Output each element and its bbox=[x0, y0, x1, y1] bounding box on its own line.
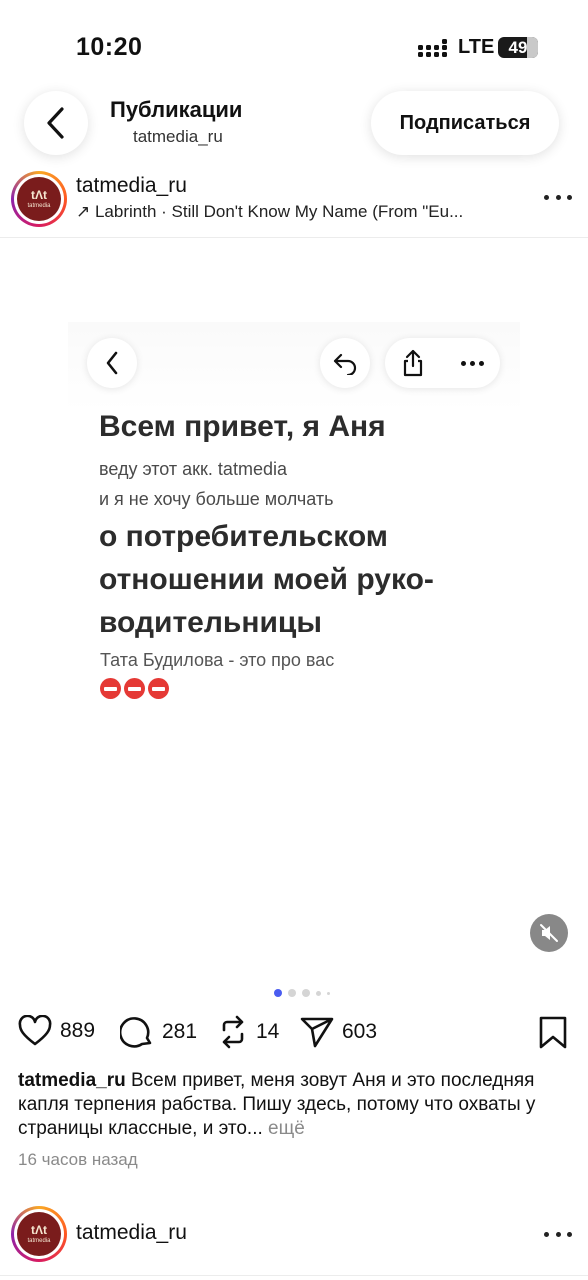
carousel-dot bbox=[316, 990, 321, 996]
image-line-2: и я не хочу больше молчать bbox=[99, 489, 334, 509]
carousel-dot bbox=[274, 989, 282, 997]
image-bold-text: о потребительском отношении моей руко- в… bbox=[99, 515, 479, 644]
avatar-logo-text: tɅt bbox=[31, 188, 47, 202]
post-caption: tatmedia_ru Всем привет, меня зовут Аня … bbox=[18, 1069, 558, 1141]
carousel-dot bbox=[302, 989, 310, 997]
avatar-logo-small: tatmedia bbox=[27, 1238, 51, 1244]
like-button[interactable]: 889 bbox=[18, 1015, 95, 1047]
image-line-1: веду этот акк. tatmedia bbox=[99, 459, 287, 479]
page-title: Публикации bbox=[110, 97, 243, 122]
status-bar: 10:20 LTE 49 bbox=[0, 0, 588, 90]
image-back-button bbox=[87, 338, 137, 388]
image-bold-line-2: отношении моей руко- bbox=[99, 563, 434, 596]
divider bbox=[0, 1275, 588, 1276]
follow-button[interactable]: Подписаться bbox=[371, 91, 559, 155]
heart-icon bbox=[18, 1015, 52, 1046]
stop-sign-icon bbox=[124, 678, 145, 699]
post-time: 16 часов назад bbox=[18, 1150, 138, 1169]
share-icon bbox=[403, 349, 423, 377]
battery-level: 49 bbox=[508, 38, 528, 57]
more-icon bbox=[461, 360, 484, 366]
comment-button[interactable]: 281 bbox=[120, 1015, 197, 1049]
repost-icon bbox=[222, 1015, 244, 1049]
comment-count: 281 bbox=[162, 1020, 198, 1043]
caption-more-link[interactable]: ещё bbox=[263, 1118, 305, 1139]
image-bold-line-3: водительницы bbox=[99, 606, 322, 639]
chevron-left-icon bbox=[106, 351, 118, 375]
stop-emoji-row bbox=[100, 678, 169, 699]
image-actions-pill bbox=[385, 338, 500, 388]
send-button[interactable]: 603 bbox=[300, 1015, 377, 1049]
stop-sign-icon bbox=[148, 678, 169, 699]
signal-icon bbox=[418, 39, 447, 57]
page-subtitle[interactable]: tatmedia_ru bbox=[133, 127, 223, 147]
bookmark-icon[interactable] bbox=[538, 1016, 568, 1050]
mute-button[interactable] bbox=[530, 914, 568, 952]
comment-icon bbox=[120, 1017, 152, 1048]
avatar-logo-small: tatmedia bbox=[27, 203, 51, 209]
next-post-username[interactable]: tatmedia_ru bbox=[76, 1221, 187, 1245]
back-button[interactable] bbox=[24, 91, 88, 155]
caption-username[interactable]: tatmedia_ru bbox=[18, 1070, 126, 1091]
carousel-dot bbox=[327, 991, 330, 995]
more-icon[interactable] bbox=[544, 193, 572, 201]
avatar-logo-text: tɅt bbox=[31, 1223, 47, 1237]
avatar[interactable]: tɅt tatmedia bbox=[11, 171, 67, 227]
image-reply-button bbox=[320, 338, 370, 388]
status-time: 10:20 bbox=[76, 33, 143, 61]
image-heading: Всем привет, я Аня bbox=[99, 410, 386, 443]
like-count: 889 bbox=[60, 1019, 96, 1042]
network-type: LTE bbox=[458, 36, 495, 58]
image-bold-line-1: о потребительском bbox=[99, 520, 388, 553]
carousel-dot bbox=[288, 989, 296, 997]
image-footer: Тата Будилова - это про вас bbox=[100, 650, 335, 670]
chevron-left-icon bbox=[47, 107, 64, 139]
post-username[interactable]: tatmedia_ru bbox=[76, 174, 187, 198]
stop-sign-icon bbox=[100, 678, 121, 699]
share-count: 603 bbox=[342, 1020, 378, 1043]
mute-icon bbox=[540, 924, 558, 942]
more-icon[interactable] bbox=[544, 1230, 572, 1238]
carousel-indicator bbox=[274, 989, 330, 997]
reply-icon bbox=[333, 353, 357, 375]
send-icon bbox=[300, 1017, 334, 1048]
repost-button[interactable]: 14 bbox=[218, 1015, 279, 1049]
repost-count: 14 bbox=[256, 1020, 280, 1043]
avatar[interactable]: tɅt tatmedia bbox=[11, 1206, 67, 1262]
post-music[interactable]: ↗ Labrinth · Still Don't Know My Name (F… bbox=[76, 202, 506, 222]
